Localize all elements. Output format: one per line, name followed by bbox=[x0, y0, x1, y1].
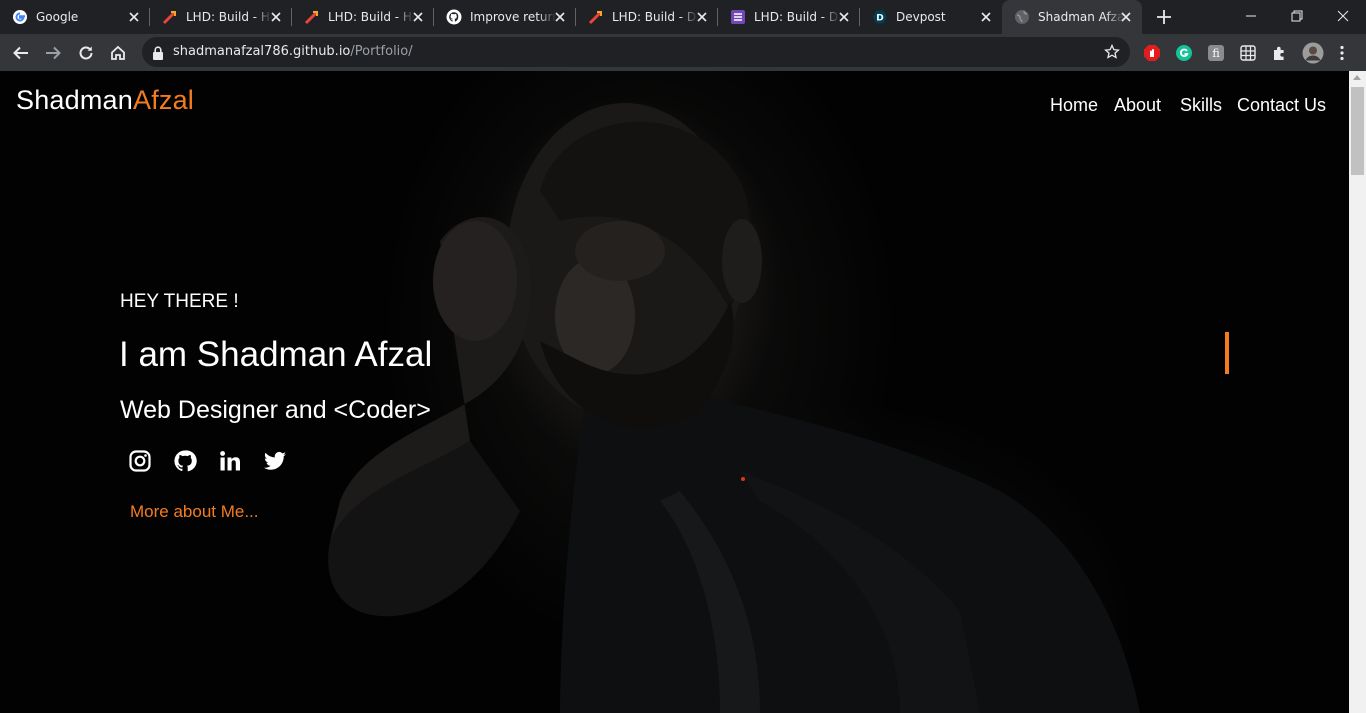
svg-text:D: D bbox=[876, 14, 883, 24]
hero-subtitle: Web Designer and <Coder> bbox=[120, 396, 431, 424]
more-options-icon[interactable] bbox=[1335, 44, 1349, 62]
forward-icon[interactable] bbox=[43, 43, 63, 63]
lock-icon[interactable] bbox=[152, 45, 164, 60]
scrollbar-thumb[interactable] bbox=[1351, 87, 1364, 175]
extensions-puzzle-icon[interactable] bbox=[1271, 44, 1289, 62]
tab-title: LHD: Build - Da bbox=[612, 9, 698, 25]
home-icon[interactable] bbox=[108, 43, 128, 63]
close-tab-icon[interactable] bbox=[552, 9, 568, 25]
svg-text:fi: fi bbox=[1212, 47, 1220, 60]
site-logo[interactable]: ShadmanAfzal bbox=[16, 83, 194, 117]
browser-tab[interactable]: LHD: Build - Da bbox=[576, 0, 718, 34]
instagram-icon[interactable] bbox=[127, 448, 153, 474]
lhd-icon bbox=[304, 9, 320, 25]
browser-tab[interactable]: LHD: Build - Ho bbox=[292, 0, 434, 34]
browser-tab-strip: Google LHD: Build - Ho LHD: Build - Ho I… bbox=[0, 0, 1366, 34]
profile-avatar-icon[interactable] bbox=[1302, 42, 1324, 64]
devpost-icon: D bbox=[872, 9, 888, 25]
twitter-icon[interactable] bbox=[262, 448, 288, 474]
tab-title: Devpost bbox=[896, 9, 982, 25]
tab-title: LHD: Build - Da bbox=[754, 9, 840, 25]
list-icon bbox=[730, 9, 746, 25]
adblock-extension-icon[interactable] bbox=[1143, 44, 1161, 62]
hero-headline: I am Shadman Afzal bbox=[119, 335, 433, 374]
logo-last-name: Afzal bbox=[132, 85, 195, 115]
nav-about[interactable]: About bbox=[1114, 93, 1161, 117]
tab-title: Improve return bbox=[470, 9, 556, 25]
page-viewport: ShadmanAfzal Home About Skills Contact U… bbox=[0, 71, 1349, 713]
more-about-me-link[interactable]: More about Me... bbox=[130, 501, 259, 523]
globe-icon bbox=[1014, 9, 1030, 25]
github-icon bbox=[446, 9, 462, 25]
close-tab-icon[interactable] bbox=[410, 9, 426, 25]
main-nav: Home About Skills Contact Us bbox=[1050, 93, 1340, 117]
github-icon[interactable] bbox=[172, 448, 198, 474]
browser-tab[interactable]: D Devpost bbox=[860, 0, 1002, 34]
reload-icon[interactable] bbox=[76, 43, 96, 63]
grid-extension-icon[interactable] bbox=[1239, 44, 1257, 62]
nav-home[interactable]: Home bbox=[1050, 93, 1098, 117]
logo-first-name: Shadman bbox=[16, 85, 133, 115]
lhd-icon bbox=[588, 9, 604, 25]
page-scrollbar[interactable] bbox=[1349, 71, 1366, 713]
tab-title: Shadman Afza bbox=[1038, 9, 1124, 25]
tab-title: LHD: Build - Ho bbox=[186, 9, 272, 25]
close-tab-icon[interactable] bbox=[126, 9, 142, 25]
grammarly-extension-icon[interactable] bbox=[1175, 44, 1193, 62]
back-icon[interactable] bbox=[11, 43, 31, 63]
slider-indicator[interactable] bbox=[1225, 332, 1229, 374]
decorative-dot bbox=[741, 477, 745, 481]
browser-tab[interactable]: LHD: Build - Da bbox=[718, 0, 860, 34]
url-path: /Portfolio/ bbox=[350, 44, 413, 59]
new-tab-icon[interactable] bbox=[1155, 8, 1173, 26]
browser-tab-active[interactable]: Shadman Afza bbox=[1002, 0, 1142, 34]
close-tab-icon[interactable] bbox=[978, 9, 994, 25]
tab-title: LHD: Build - Ho bbox=[328, 9, 414, 25]
hero-greeting: HEY THERE ! bbox=[120, 291, 239, 312]
linkedin-icon[interactable] bbox=[217, 448, 243, 474]
address-bar[interactable]: shadmanafzal786.github.io/Portfolio/ bbox=[142, 37, 1130, 67]
url-text: shadmanafzal786.github.io/Portfolio/ bbox=[173, 44, 413, 60]
hero-background-image bbox=[328, 103, 1140, 713]
browser-tab[interactable]: Google bbox=[0, 0, 150, 34]
google-icon bbox=[12, 9, 28, 25]
close-tab-icon[interactable] bbox=[1118, 9, 1134, 25]
nav-skills[interactable]: Skills bbox=[1180, 93, 1222, 117]
reader-extension-icon[interactable]: fi bbox=[1207, 44, 1225, 62]
close-tab-icon[interactable] bbox=[694, 9, 710, 25]
lhd-icon bbox=[162, 9, 178, 25]
restore-icon[interactable] bbox=[1290, 8, 1304, 22]
close-window-icon[interactable] bbox=[1336, 8, 1350, 22]
close-tab-icon[interactable] bbox=[268, 9, 284, 25]
bookmark-star-icon[interactable] bbox=[1104, 43, 1120, 60]
browser-tab[interactable]: Improve return bbox=[434, 0, 576, 34]
close-tab-icon[interactable] bbox=[836, 9, 852, 25]
browser-tab[interactable]: LHD: Build - Ho bbox=[150, 0, 292, 34]
browser-toolbar: shadmanafzal786.github.io/Portfolio/ fi bbox=[0, 34, 1366, 71]
minimize-icon[interactable] bbox=[1244, 8, 1258, 22]
tab-title: Google bbox=[36, 9, 122, 25]
url-host: shadmanafzal786.github.io bbox=[173, 44, 351, 59]
nav-contact[interactable]: Contact Us bbox=[1237, 93, 1326, 117]
scroll-up-arrow-icon[interactable] bbox=[1353, 75, 1361, 80]
